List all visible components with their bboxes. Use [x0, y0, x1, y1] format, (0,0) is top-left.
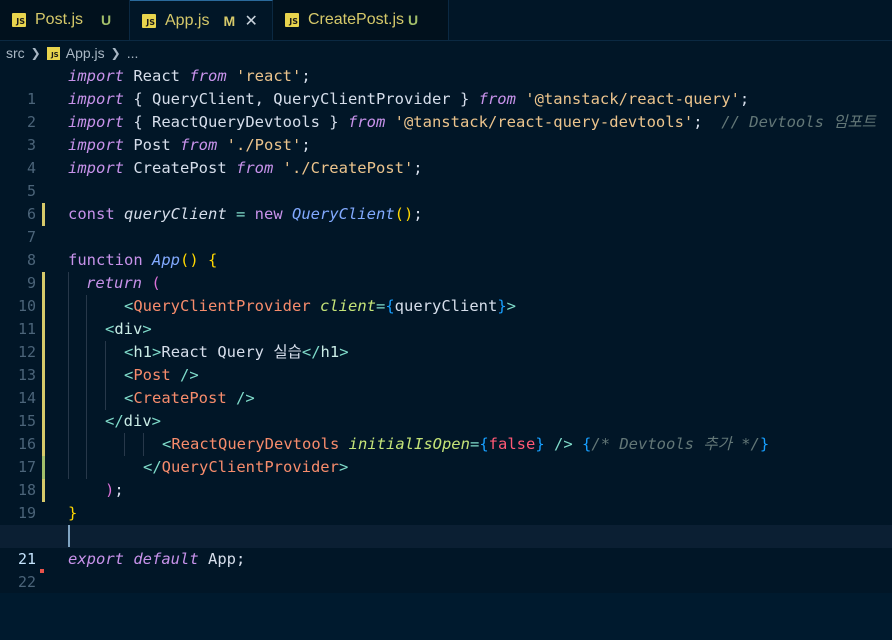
code-line[interactable]: 20 } [0, 502, 892, 545]
breadcrumb: src ❯ JS App.js ❯ ... [0, 41, 892, 65]
close-icon[interactable]: ✕ [243, 11, 259, 31]
code-line[interactable]: 5 import CreatePost from './CreatePost'; [0, 157, 892, 200]
code-line[interactable]: 6 [0, 180, 892, 223]
modified-line-indicator [42, 318, 45, 341]
modified-line-indicator [42, 433, 45, 456]
code-line[interactable]: 9 function App() { [0, 249, 892, 292]
added-line-indicator [42, 456, 45, 479]
code-line[interactable]: 16 </div> [0, 410, 892, 453]
tab-bar: JS Post.js U JS App.js M ✕ JS CreatePost… [0, 0, 892, 41]
code-line[interactable]: 11 <QueryClientProvider client={queryCli… [0, 295, 892, 338]
code-line[interactable]: 12 <div> [0, 318, 892, 361]
javascript-file-icon: JS [142, 13, 156, 28]
tab-label: CreatePost.js [308, 11, 405, 28]
modified-line-indicator [42, 479, 45, 502]
tab-status-badge: U [101, 12, 112, 28]
breadcrumb-file[interactable]: App.js [66, 45, 105, 61]
tab-label: App.js [165, 11, 210, 29]
code-line[interactable]: 14 <Post /> [0, 364, 892, 407]
code-line[interactable]: 2 import { QueryClient, QueryClientProvi… [0, 88, 892, 131]
tab-status-badge: M [223, 12, 236, 29]
code-line[interactable]: 13 <h1>React Query 실습</h1> [0, 341, 892, 384]
code-editor[interactable]: 1 import React from 'react'; 2 import { … [0, 65, 892, 593]
javascript-file-icon: JS [12, 13, 26, 27]
code-line-current[interactable]: 21 [0, 525, 892, 568]
code-line[interactable]: 3 import { ReactQueryDevtools } from '@t… [0, 111, 892, 154]
code-line[interactable]: 17 <ReactQueryDevtools initialIsOpen={fa… [0, 433, 892, 476]
modified-line-indicator [42, 272, 45, 295]
line-number: 22 [17, 573, 36, 591]
javascript-file-icon: JS [285, 13, 299, 27]
breadcrumb-more[interactable]: ... [127, 45, 139, 61]
chevron-right-icon: ❯ [110, 46, 121, 60]
modified-line-indicator [42, 341, 45, 364]
code-line[interactable]: 19 ); [0, 479, 892, 522]
text-cursor [68, 525, 70, 547]
chevron-right-icon: ❯ [30, 46, 41, 60]
code-line[interactable]: 10 return ( [0, 272, 892, 315]
code-line[interactable]: 18 </QueryClientProvider> [0, 456, 892, 499]
modified-line-indicator [42, 295, 45, 318]
modified-line-indicator [42, 364, 45, 387]
javascript-file-icon: JS [46, 46, 60, 60]
code-line[interactable]: 4 import Post from './Post'; [0, 134, 892, 177]
tab-post-js[interactable]: JS Post.js U [0, 0, 130, 40]
modified-line-indicator [42, 410, 45, 433]
modified-line-indicator [42, 203, 45, 226]
code-line[interactable]: 7 const queryClient = new QueryClient(); [0, 203, 892, 246]
tab-createpost-js[interactable]: JS CreatePost.js U [273, 0, 449, 40]
modified-line-indicator [42, 387, 45, 410]
tab-app-js[interactable]: JS App.js M ✕ [130, 0, 273, 40]
code-line[interactable]: 8 [0, 226, 892, 269]
code-line[interactable]: 15 <CreatePost /> [0, 387, 892, 430]
tab-label: Post.js [35, 11, 84, 28]
code-line[interactable]: 1 import React from 'react'; [0, 65, 892, 108]
breadcrumb-folder[interactable]: src [6, 45, 25, 61]
deleted-line-indicator [40, 569, 44, 573]
tab-status-badge: U [408, 12, 419, 28]
code-line[interactable]: 22 export default App; [0, 548, 892, 591]
